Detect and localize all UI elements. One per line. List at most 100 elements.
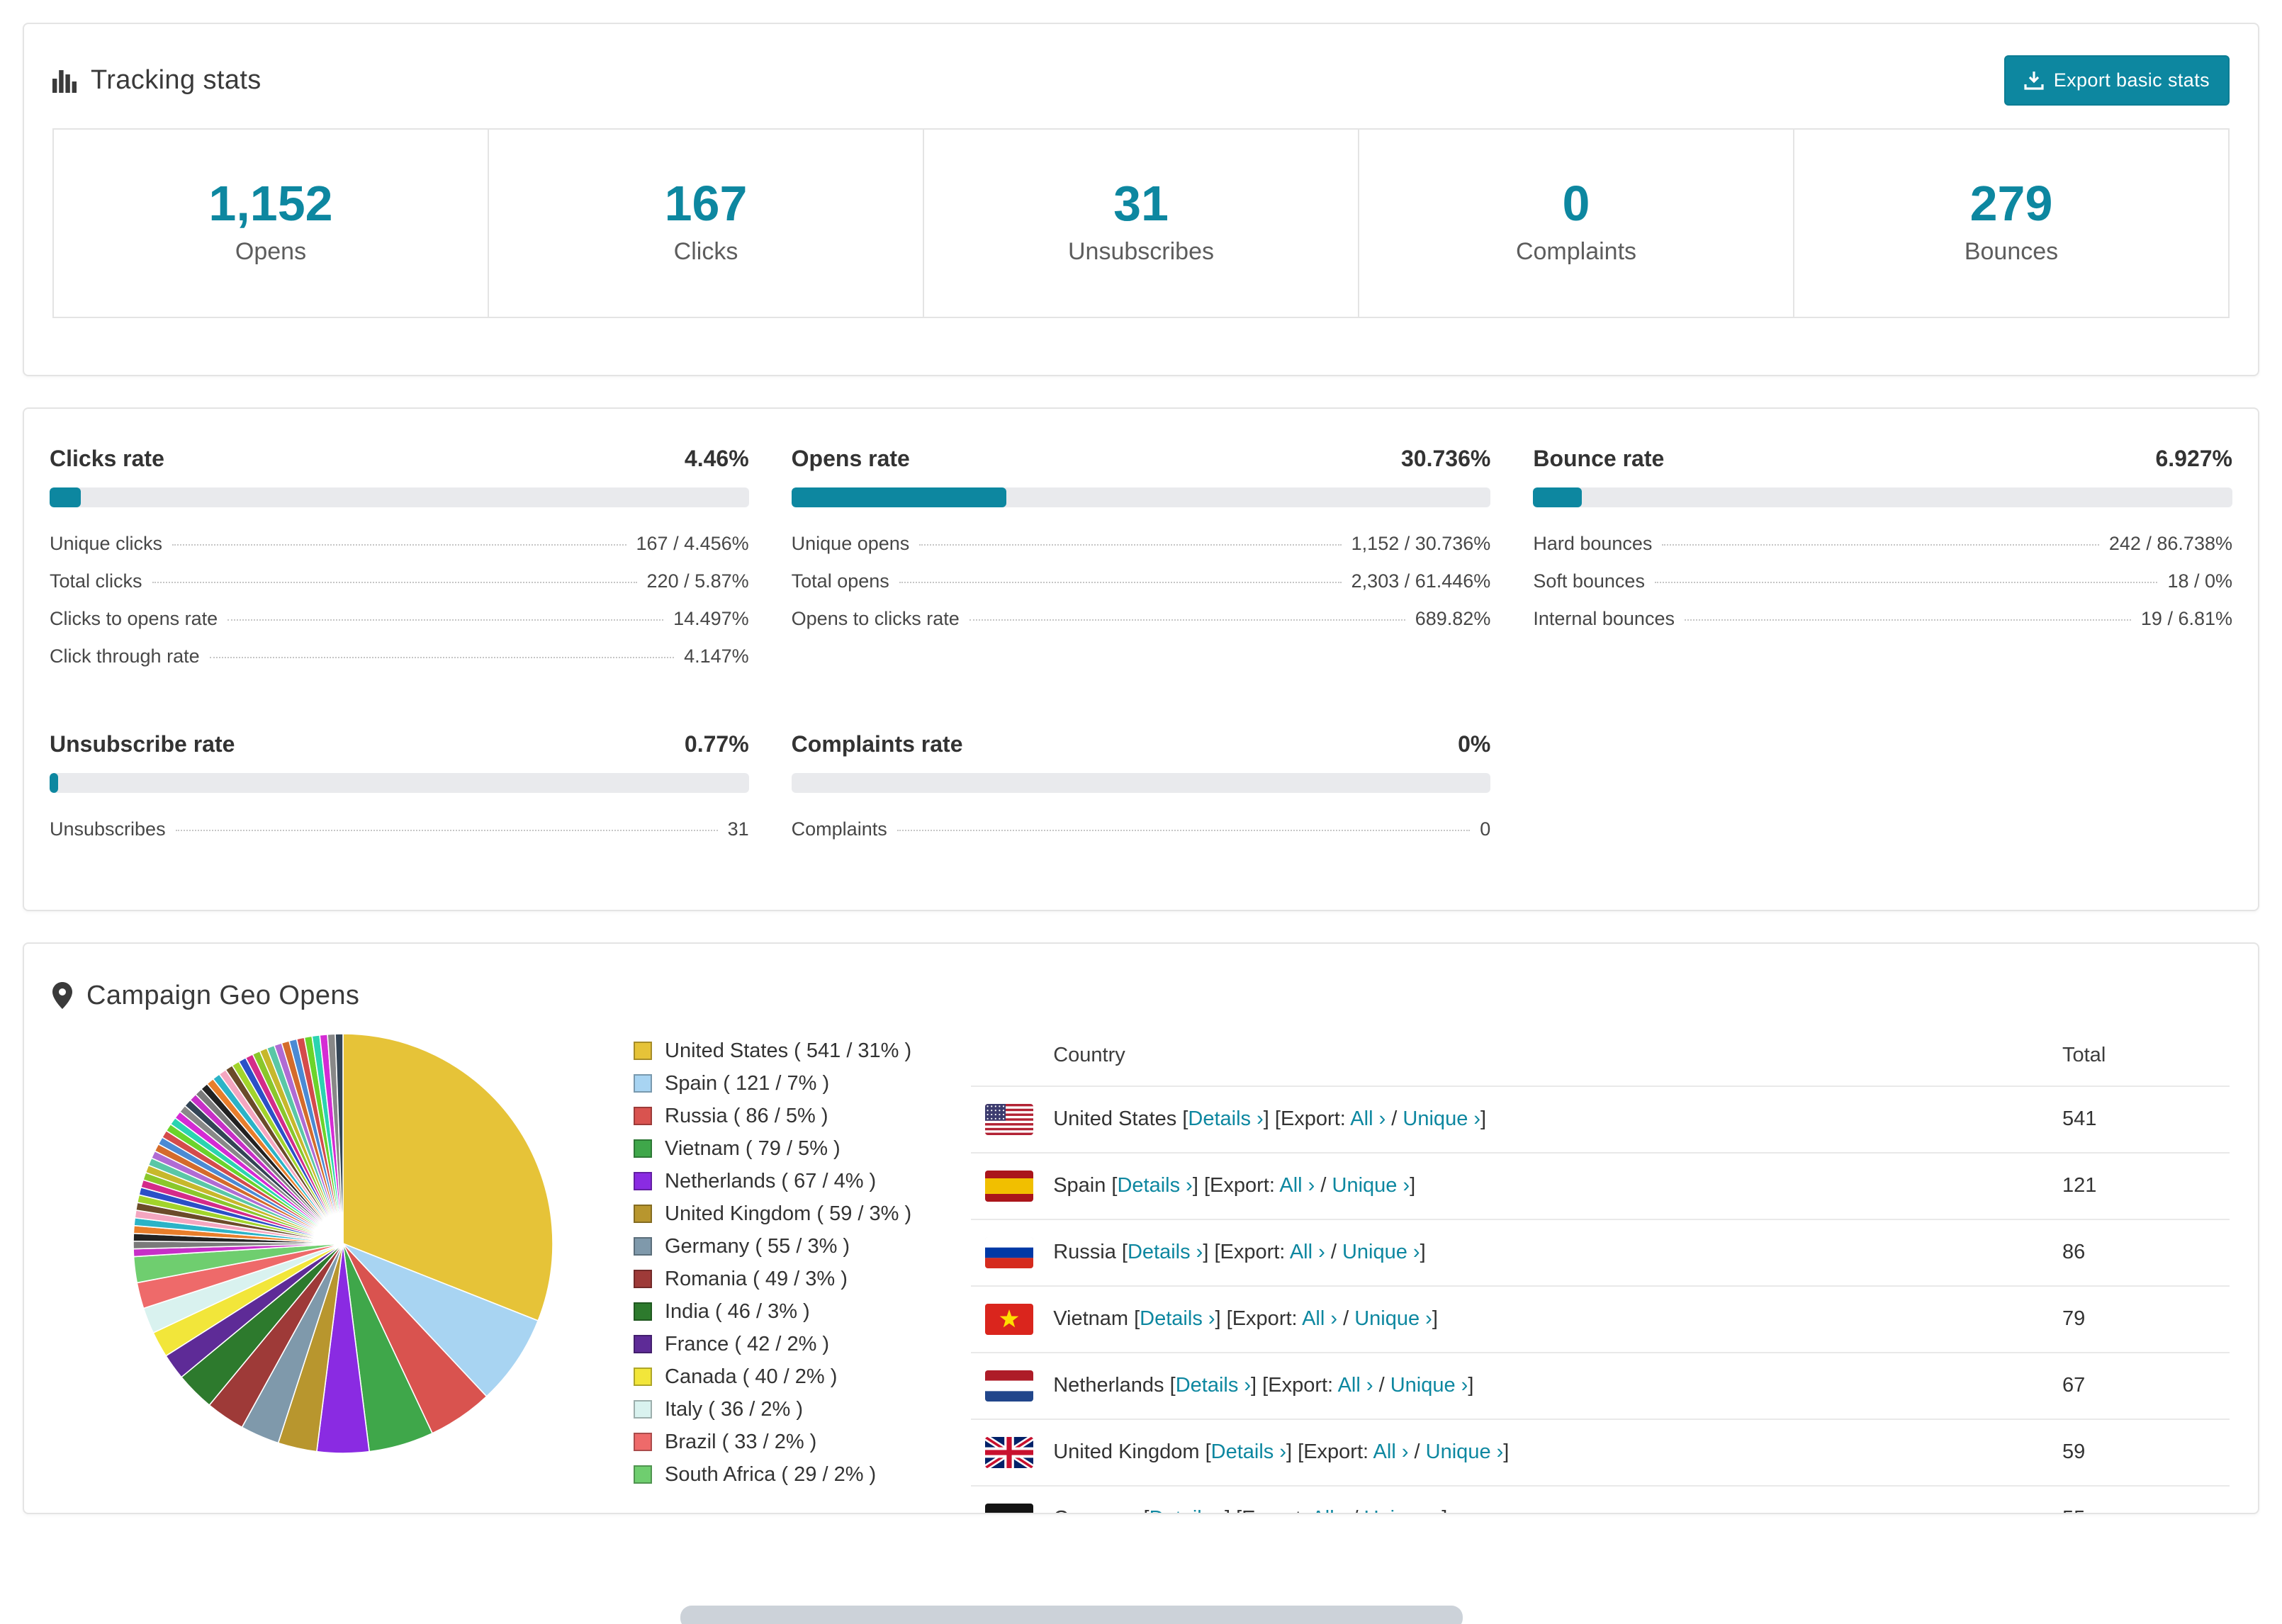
bracket: ] [1480, 1107, 1487, 1130]
bracket: ] [1286, 1440, 1293, 1463]
legend-label: South Africa ( 29 / 2% ) [665, 1462, 877, 1486]
rate-section: Unsubscribe rate 0.77% Unsubscribes 31 [50, 731, 749, 856]
country-name: Germany [1053, 1507, 1143, 1513]
rate-title: Clicks rate [50, 445, 164, 471]
rate-stat-row: Click through rate 4.147% [50, 645, 749, 667]
export-unique-link[interactable]: Unique › [1390, 1374, 1468, 1397]
details-link[interactable]: Details › [1117, 1174, 1192, 1197]
export-unique-link[interactable]: Unique › [1364, 1507, 1442, 1513]
legend-item: Netherlands ( 67 / 4% ) [634, 1170, 911, 1193]
details-link[interactable]: Details › [1140, 1307, 1215, 1330]
export-all-link[interactable]: All › [1290, 1241, 1325, 1263]
export-all-link[interactable]: All › [1338, 1374, 1373, 1397]
rate-stat-row: Unsubscribes 31 [50, 818, 749, 840]
rates-grid: Clicks rate 4.46% Unique clicks 167 / 4.… [50, 446, 2232, 856]
rate-stat-label: Complaints [791, 818, 887, 840]
legend-item: Romania ( 49 / 3% ) [634, 1268, 911, 1291]
legend-label: Romania ( 49 / 3% ) [665, 1267, 848, 1290]
country-total: 67 [2062, 1374, 2086, 1397]
rate-head: Unsubscribe rate 0.77% [50, 731, 749, 757]
legend-item: Brazil ( 33 / 2% ) [634, 1431, 911, 1454]
rate-title: Unsubscribe rate [50, 731, 235, 757]
export-basic-stats-button[interactable]: Export basic stats [2003, 55, 2230, 106]
stat-box: 167 Clicks [489, 130, 924, 317]
stat-label: Complaints [1515, 237, 1637, 265]
rate-stat-label: Total clicks [50, 570, 142, 592]
details-link[interactable]: Details › [1128, 1241, 1203, 1263]
country-column-header: Country [1053, 1043, 1125, 1066]
stat-box: 1,152 Opens [54, 130, 489, 317]
stat-value: 0 [1562, 176, 1590, 231]
rate-stat-row: Total opens 2,303 / 61.446% [792, 570, 1491, 592]
rate-value: 30.736% [1401, 445, 1491, 471]
slash: / [1373, 1374, 1390, 1397]
legend-swatch-icon [634, 1074, 652, 1093]
legend-label: Brazil ( 33 / 2% ) [665, 1430, 817, 1453]
country-total: 59 [2062, 1440, 2086, 1463]
legend-item: Vietnam ( 79 / 5% ) [634, 1137, 911, 1161]
bracket: [ [1134, 1307, 1140, 1330]
country-name: Vietnam [1053, 1307, 1135, 1330]
rate-progress-bar [50, 772, 749, 793]
legend-item: India ( 46 / 3% ) [634, 1300, 911, 1324]
export-unique-link[interactable]: Unique › [1426, 1440, 1504, 1463]
details-link[interactable]: Details › [1176, 1374, 1251, 1397]
rate-title: Bounce rate [1533, 445, 1665, 471]
slash: / [1325, 1241, 1342, 1263]
stat-value: 31 [1113, 176, 1169, 231]
export-all-link[interactable]: All › [1302, 1307, 1337, 1330]
export-unique-link[interactable]: Unique › [1342, 1241, 1420, 1263]
tracking-stats-card: Tracking stats Export basic stats 1,152 … [23, 23, 2259, 376]
rate-progress-bar [791, 772, 1491, 793]
details-link[interactable]: Details › [1150, 1507, 1225, 1513]
country-cell: Spain [Details ›] [Export: All › / Uniqu… [1053, 1174, 2062, 1197]
rate-rows: Complaints 0 [792, 818, 1491, 840]
tracking-stats-title: Tracking stats [91, 65, 262, 95]
country-name: Russia [1053, 1241, 1122, 1263]
rate-progress-fill [50, 487, 81, 507]
stat-box: 279 Bounces [1794, 130, 2228, 317]
rate-rows: Hard bounces 242 / 86.738% Soft bounces … [1533, 533, 2232, 630]
export-unique-link[interactable]: Unique › [1332, 1174, 1410, 1197]
rate-head: Opens rate 30.736% [792, 446, 1491, 472]
rate-stat-row: Unique opens 1,152 / 30.736% [792, 533, 1491, 555]
legend-swatch-icon [634, 1107, 652, 1125]
geo-header: Campaign Geo Opens [52, 981, 2230, 1011]
geo-content: United States ( 541 / 31% ) Spain ( 121 … [52, 1025, 2230, 1513]
rate-section: Opens rate 30.736% Unique opens 1,152 / … [791, 446, 1491, 683]
details-link[interactable]: Details › [1188, 1107, 1263, 1130]
export-all-link[interactable]: All › [1279, 1174, 1315, 1197]
rate-stat-value: 31 [727, 818, 749, 840]
export-icon [2024, 71, 2044, 91]
geo-table-body: United States [Details ›] [Export: All ›… [971, 1085, 2230, 1513]
horizontal-scrollbar-thumb[interactable] [680, 1606, 1463, 1624]
export-all-link[interactable]: All › [1350, 1107, 1386, 1130]
stat-value: 279 [1969, 176, 2053, 231]
legend-label: India ( 46 / 3% ) [665, 1299, 810, 1323]
export-all-link[interactable]: All › [1311, 1507, 1347, 1513]
rate-section: Complaints rate 0% Complaints 0 [791, 731, 1491, 856]
bracket: ] [1251, 1374, 1257, 1397]
geo-table-row: Netherlands [Details ›] [Export: All › /… [971, 1351, 2230, 1419]
export-unique-link[interactable]: Unique › [1403, 1107, 1480, 1130]
dotted-leader [209, 656, 675, 658]
geo-legend: United States ( 541 / 31% ) Spain ( 121 … [634, 1039, 911, 1496]
rate-head: Bounce rate 6.927% [1533, 446, 2232, 472]
export-label: [Export: [1203, 1174, 1275, 1197]
rate-stat-label: Soft bounces [1533, 570, 1645, 592]
rates-card: Clicks rate 4.46% Unique clicks 167 / 4.… [23, 407, 2259, 911]
legend-label: Russia ( 86 / 5% ) [665, 1104, 828, 1127]
rate-stat-value: 242 / 86.738% [2108, 532, 2232, 554]
legend-swatch-icon [634, 1237, 652, 1256]
bracket: ] [1203, 1241, 1209, 1263]
country-total: 121 [2062, 1174, 2097, 1197]
dotted-leader [175, 829, 718, 831]
rate-section: Clicks rate 4.46% Unique clicks 167 / 4.… [50, 446, 749, 683]
bracket: ] [1503, 1440, 1510, 1463]
export-label: [Export: [1236, 1507, 1307, 1513]
details-link[interactable]: Details › [1211, 1440, 1286, 1463]
country-name: United States [1053, 1107, 1183, 1130]
stat-box: 0 Complaints [1359, 130, 1794, 317]
export-all-link[interactable]: All › [1373, 1440, 1409, 1463]
export-unique-link[interactable]: Unique › [1354, 1307, 1432, 1330]
